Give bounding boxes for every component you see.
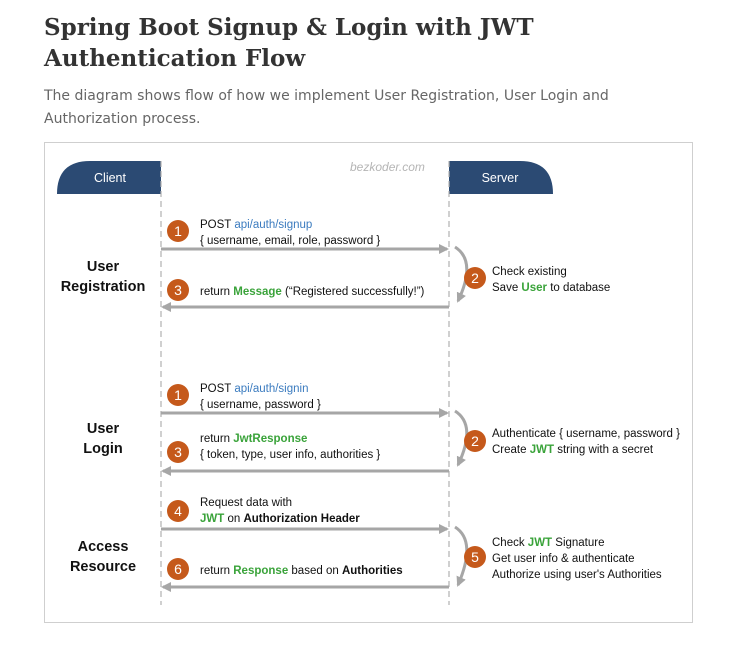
signup-request-body: { username, email, role, password } — [200, 235, 380, 247]
login-create-jwt-text: Create JWT string with a secret — [492, 444, 654, 456]
login-authenticate-text: Authenticate { username, password } — [492, 428, 680, 440]
resource-response-text: return Response based on Authorities — [200, 565, 403, 577]
registration-check-text: Check existing — [492, 266, 567, 278]
step-6-number: 6 — [174, 561, 182, 577]
server-label: Server — [482, 171, 519, 185]
authorize-text: Authorize using user's Authorities — [492, 569, 662, 581]
client-label: Client — [94, 171, 126, 185]
registration-save-text: Save User to database — [492, 282, 610, 294]
signup-request-text: POST api/auth/signup — [200, 219, 312, 231]
resource-request-header-text: JWT on Authorization Header — [200, 513, 360, 525]
check-jwt-signature-text: Check JWT Signature — [492, 537, 605, 549]
signup-response-text: return Message (“Registered successfully… — [200, 286, 425, 298]
step-4-number: 4 — [174, 503, 182, 519]
step-1-number: 1 — [174, 223, 182, 239]
section-access-line1: Access — [78, 539, 129, 555]
signin-request-body: { username, password } — [200, 399, 321, 411]
diagram-frame: bezkoder.com Client Server User Registra… — [44, 142, 693, 623]
signin-response-text: return JwtResponse — [200, 433, 307, 445]
step-5-number: 5 — [471, 549, 479, 565]
step-2-number: 2 — [471, 270, 479, 286]
step-2-login-number: 2 — [471, 433, 479, 449]
get-user-info-text: Get user info & authenticate — [492, 553, 635, 565]
page-title: Spring Boot Signup & Login with JWT Auth… — [44, 14, 534, 72]
step-3-login-number: 3 — [174, 444, 182, 460]
signin-response-body: { token, type, user info, authorities } — [200, 449, 380, 461]
page-subtitle: The diagram shows flow of how we impleme… — [44, 88, 609, 127]
flow-diagram: bezkoder.com Client Server User Registra… — [57, 160, 680, 605]
section-registration-line1: User — [87, 259, 120, 275]
section-registration-line2: Registration — [61, 279, 146, 295]
section-access-line2: Resource — [70, 559, 136, 575]
resource-request-text: Request data with — [200, 497, 292, 509]
watermark: bezkoder.com — [350, 160, 425, 174]
section-login-line2: Login — [83, 441, 122, 457]
signin-request-text: POST api/auth/signin — [200, 383, 308, 395]
step-1-login-number: 1 — [174, 387, 182, 403]
section-login-line1: User — [87, 421, 120, 437]
step-3-number: 3 — [174, 282, 182, 298]
